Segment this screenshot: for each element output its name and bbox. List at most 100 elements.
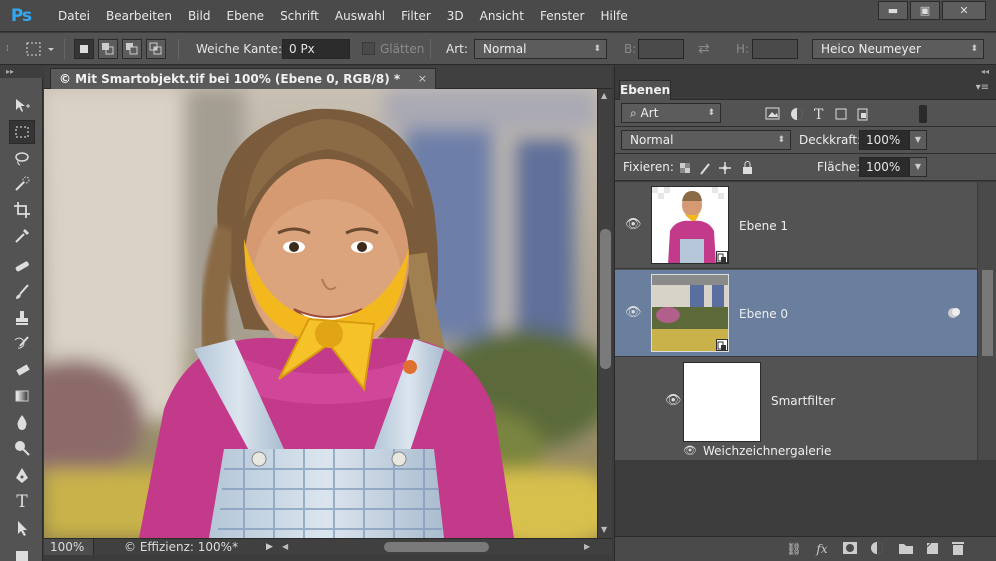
link-layers-icon[interactable]: ⛓ xyxy=(785,541,803,557)
search-icon: ⌕ xyxy=(630,106,641,120)
panel-grip[interactable]: ◂◂ xyxy=(615,66,996,78)
rectangle-marquee-tool[interactable] xyxy=(9,120,35,144)
opacity-input[interactable]: 100% xyxy=(859,130,909,150)
layer-name[interactable]: Ebene 1 xyxy=(739,219,788,233)
lock-position-icon[interactable] xyxy=(719,162,731,174)
image-filter-icon[interactable] xyxy=(765,107,780,120)
lock-pixels-icon[interactable] xyxy=(700,163,710,175)
new-layer-icon[interactable] xyxy=(923,541,941,557)
swap-dimensions-icon[interactable]: ⇄ xyxy=(698,33,710,65)
tool-preset-picker[interactable] xyxy=(22,38,56,60)
visibility-eye-icon[interactable]: 👁 xyxy=(625,305,642,320)
intersect-selection-button[interactable] xyxy=(146,39,166,59)
lasso-tool[interactable] xyxy=(9,146,35,170)
shape-filter-icon[interactable] xyxy=(835,108,847,120)
crop-tool[interactable] xyxy=(9,198,35,222)
opacity-dropdown-icon[interactable]: ▼ xyxy=(909,130,927,150)
style-dropdown[interactable]: Normal ⬍ xyxy=(474,39,607,59)
scroll-down-icon[interactable]: ▼ xyxy=(601,525,607,534)
fill-dropdown-icon[interactable]: ▼ xyxy=(909,157,927,177)
brush-tool[interactable] xyxy=(9,280,35,304)
menu-ebene[interactable]: Ebene xyxy=(218,0,272,32)
layer-name[interactable]: Ebene 0 xyxy=(739,307,788,321)
vertical-scroll-thumb[interactable] xyxy=(600,229,611,369)
adjustment-filter-icon[interactable] xyxy=(791,108,803,120)
fill-input[interactable]: 100% xyxy=(859,157,909,177)
layers-scrollbar[interactable]: ▲ xyxy=(977,182,996,460)
filter-toggle-switch[interactable] xyxy=(919,105,927,123)
delete-layer-icon[interactable] xyxy=(949,541,967,557)
document-canvas[interactable] xyxy=(44,89,597,538)
layers-tab[interactable]: Ebenen xyxy=(619,80,671,100)
menu-hilfe[interactable]: Hilfe xyxy=(592,0,635,32)
move-tool[interactable] xyxy=(9,94,35,118)
menu-fenster[interactable]: Fenster xyxy=(532,0,593,32)
path-selection-tool[interactable] xyxy=(9,516,35,540)
document-tab[interactable]: © Mit Smartobjekt.tif bei 100% (Ebene 0,… xyxy=(50,68,436,89)
menu-auswahl[interactable]: Auswahl xyxy=(327,0,393,32)
clone-stamp-tool[interactable] xyxy=(9,306,35,330)
efficiency-info[interactable]: © Effizienz: 100%* xyxy=(124,539,238,555)
layer-row-ebene-1[interactable]: 👁 Ebene 1 xyxy=(615,182,977,269)
add-selection-button[interactable] xyxy=(98,39,118,59)
menu-schrift[interactable]: Schrift xyxy=(272,0,327,32)
workspace-dropdown[interactable]: Heico Neumeyer ⬍ xyxy=(812,39,984,59)
visibility-eye-icon[interactable]: 👁 xyxy=(625,217,642,232)
type-filter-icon[interactable]: T xyxy=(814,107,824,122)
smart-filter-name[interactable]: Smartfilter xyxy=(771,394,835,408)
canvas-vertical-scrollbar[interactable]: ▲ ▼ xyxy=(597,89,612,538)
add-mask-icon[interactable] xyxy=(841,541,859,557)
lock-transparency-icon[interactable] xyxy=(680,163,690,173)
eraser-tool[interactable] xyxy=(9,358,35,382)
layer-row-ebene-0[interactable]: 👁 Ebene 0 xyxy=(615,270,977,357)
menu-bild[interactable]: Bild xyxy=(180,0,219,32)
pen-tool[interactable] xyxy=(9,464,35,488)
blur-tool[interactable] xyxy=(9,410,35,434)
close-document-icon[interactable]: × xyxy=(418,69,427,89)
quick-selection-tool[interactable] xyxy=(9,172,35,196)
type-tool[interactable]: T xyxy=(9,490,35,514)
menu-filter[interactable]: Filter xyxy=(393,0,439,32)
shape-tool[interactable] xyxy=(9,542,35,561)
crop-icon xyxy=(14,202,30,218)
scroll-up-icon[interactable]: ▲ xyxy=(601,91,607,100)
history-brush-tool[interactable] xyxy=(9,332,35,356)
adjustment-layer-icon[interactable] xyxy=(869,541,887,557)
maximize-button[interactable]: ▣ xyxy=(910,1,940,20)
layer-style-fx-icon[interactable]: fx xyxy=(813,541,831,557)
feather-input[interactable]: 0 Px xyxy=(282,39,350,59)
status-menu-arrow-icon[interactable]: ▶ xyxy=(266,539,273,555)
eyedropper-tool[interactable] xyxy=(9,224,35,248)
menu-ansicht[interactable]: Ansicht xyxy=(472,0,532,32)
smart-filter-indicator-icon[interactable] xyxy=(947,306,961,320)
filter-kind-dropdown[interactable]: ⌕ Art ⬍ xyxy=(621,103,721,123)
visibility-eye-icon[interactable]: 👁 xyxy=(665,393,682,408)
menu-3d[interactable]: 3D xyxy=(439,0,472,32)
horizontal-scroll-thumb[interactable] xyxy=(384,542,489,552)
zoom-level[interactable]: 100% xyxy=(44,539,94,555)
subtract-selection-button[interactable] xyxy=(122,39,142,59)
dodge-tool[interactable] xyxy=(9,436,35,460)
blend-mode-dropdown[interactable]: Normal ⬍ xyxy=(621,130,791,150)
new-selection-button[interactable] xyxy=(74,39,94,59)
layers-scroll-thumb[interactable] xyxy=(982,270,993,356)
lock-all-icon[interactable] xyxy=(743,161,752,175)
tools-grip[interactable]: ▸▸ xyxy=(0,66,43,78)
menu-datei[interactable]: Datei xyxy=(50,0,98,32)
menu-bearbeiten[interactable]: Bearbeiten xyxy=(98,0,180,32)
healing-brush-tool[interactable] xyxy=(9,254,35,278)
filter-effect-name[interactable]: Weichzeichnergalerie xyxy=(703,444,831,458)
new-group-icon[interactable] xyxy=(897,541,915,557)
gradient-tool[interactable] xyxy=(9,384,35,408)
visibility-eye-icon[interactable]: 👁 xyxy=(683,444,697,457)
panel-menu-icon[interactable]: ▾≡ xyxy=(976,82,989,93)
antialias-checkbox[interactable] xyxy=(362,42,375,55)
smartobject-filter-icon[interactable] xyxy=(857,108,868,121)
width-input[interactable] xyxy=(638,39,684,59)
close-button[interactable]: ✕ xyxy=(942,1,986,20)
minimize-button[interactable]: ▬ xyxy=(878,1,908,20)
smart-filter-row[interactable]: 👁 Smartfilter 👁 Weichzeichnergalerie xyxy=(615,358,977,458)
height-input[interactable] xyxy=(752,39,798,59)
scroll-left-icon[interactable]: ◀ xyxy=(282,539,288,555)
scroll-right-icon[interactable]: ▶ xyxy=(584,539,590,555)
